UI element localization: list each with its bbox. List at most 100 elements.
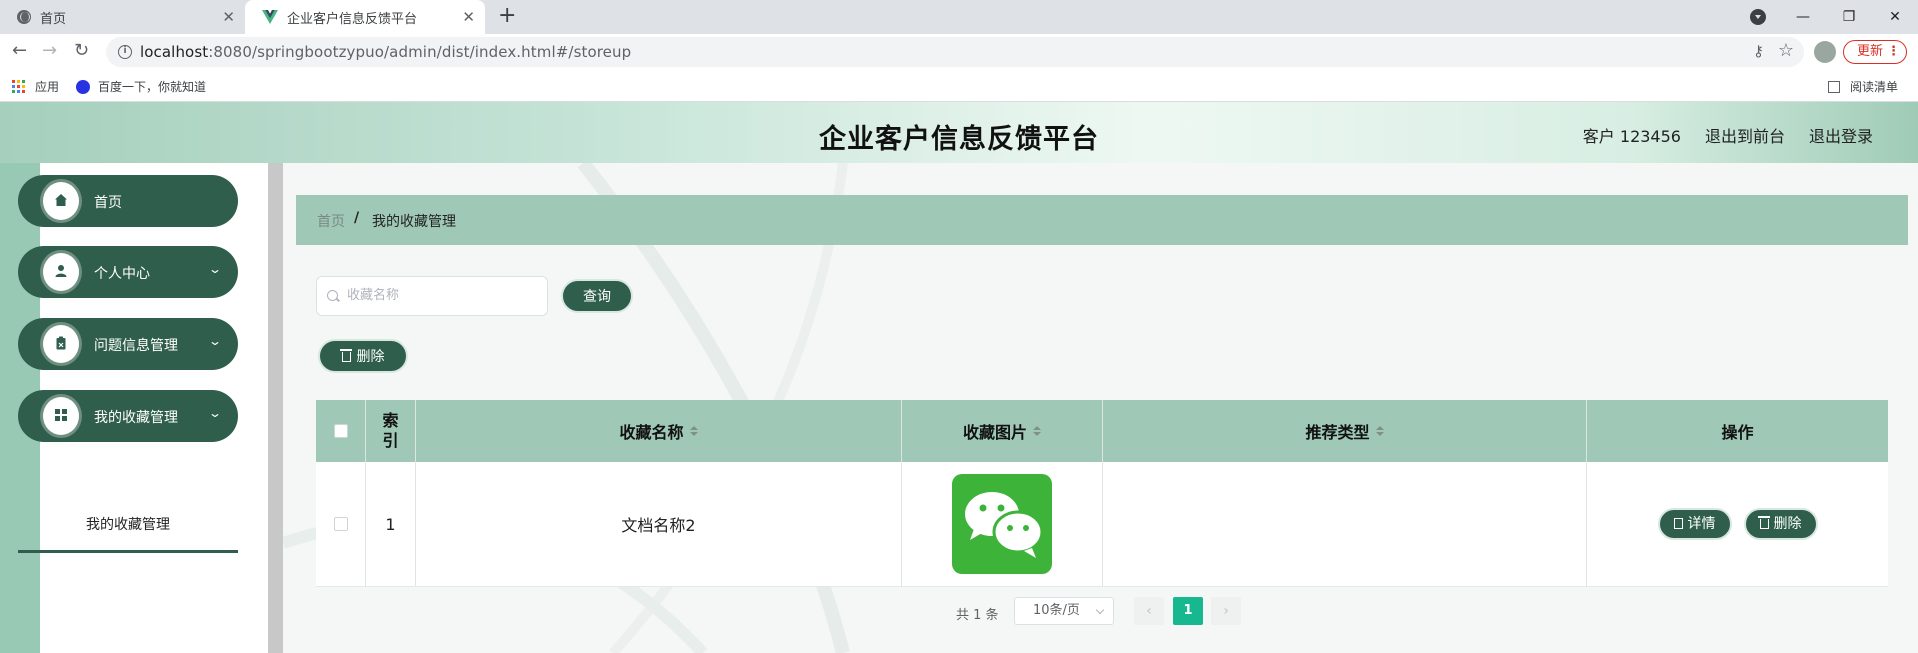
grid-icon <box>40 394 82 438</box>
url-text[interactable]: localhost:8080/springbootzypuo/admin/dis… <box>140 43 631 61</box>
column-header-ops: 操作 <box>1721 423 1754 442</box>
address-bar[interactable]: i localhost:8080/springbootzypuo/admin/d… <box>106 37 1804 67</box>
bookmarks-bar: 应用 百度一下，你就知道 阅读清单 <box>0 70 1918 102</box>
main-content: 首页 / 我的收藏管理 收藏名称 查询 删除 索引 收藏名称 收藏图片 推荐类型… <box>283 163 1918 653</box>
minimize-icon[interactable]: — <box>1780 9 1826 25</box>
favorites-table: 索引 收藏名称 收藏图片 推荐类型 操作 1 文档名称2 详情 删除 <box>316 400 1888 587</box>
sidebar-item-home[interactable]: 首页 <box>18 175 238 227</box>
sidebar-item-label: 个人中心 <box>94 266 150 282</box>
sort-icon[interactable] <box>689 422 698 440</box>
vue-logo-icon <box>262 10 278 24</box>
back-icon[interactable]: ← <box>12 41 27 61</box>
restore-icon[interactable]: ❐ <box>1826 9 1872 25</box>
site-info-icon[interactable]: i <box>118 45 132 59</box>
reading-list[interactable]: 阅读清单 <box>1827 78 1898 95</box>
query-button[interactable]: 查询 <box>561 279 633 313</box>
sidebar-item-issues[interactable]: 问题信息管理 ⌄ <box>18 318 238 370</box>
row-type <box>1103 462 1587 586</box>
detail-button[interactable]: 详情 <box>1657 508 1732 540</box>
browser-toolbar: ← → ↻ i localhost:8080/springbootzypuo/a… <box>0 34 1918 70</box>
current-user: 客户 123456 <box>1582 127 1681 146</box>
sidebar-item-label: 我的收藏管理 <box>94 410 178 426</box>
table-header: 索引 收藏名称 收藏图片 推荐类型 操作 <box>316 400 1888 462</box>
window-close-icon[interactable]: ✕ <box>1872 9 1918 25</box>
bookmark-baidu-label: 百度一下，你就知道 <box>98 80 207 94</box>
detail-label: 详情 <box>1687 516 1716 532</box>
column-header-image[interactable]: 收藏图片 <box>902 400 1103 462</box>
sidebar-item-label: 问题信息管理 <box>94 338 178 354</box>
bulk-delete-button[interactable]: 删除 <box>318 339 408 373</box>
forward-icon[interactable]: → <box>42 41 57 61</box>
profile-avatar[interactable] <box>1814 41 1836 63</box>
browser-tab-app[interactable]: 企业客户信息反馈平台 ✕ <box>245 0 485 34</box>
bookmark-baidu[interactable]: 百度一下，你就知道 <box>76 78 206 95</box>
row-delete-label: 删除 <box>1773 516 1802 532</box>
prev-page-button[interactable]: ‹ <box>1134 597 1164 625</box>
browser-tab-home[interactable]: 首页 ✕ <box>0 0 245 34</box>
header-links: 客户 123456 退出到前台 退出登录 <box>1559 123 1873 147</box>
sort-icon[interactable] <box>1033 422 1041 440</box>
pagination: 共 1 条 10条/页 ‹ 1 › <box>283 597 1918 627</box>
bulk-delete-label: 删除 <box>356 349 385 365</box>
new-tab-button[interactable]: + <box>498 5 516 27</box>
bookmark-apps[interactable]: 应用 <box>12 78 59 95</box>
breadcrumb: 首页 / 我的收藏管理 <box>296 195 1908 245</box>
tab-title: 企业客户信息反馈平台 <box>287 11 418 27</box>
page-number-current[interactable]: 1 <box>1173 597 1203 625</box>
reading-list-label: 阅读清单 <box>1849 80 1898 94</box>
row-index: 1 <box>366 462 416 586</box>
user-icon <box>40 250 82 294</box>
sidebar-divider <box>268 163 283 653</box>
update-button[interactable]: 更新 <box>1843 40 1907 64</box>
column-header-index: 索引 <box>366 400 416 462</box>
select-all-checkbox[interactable] <box>333 424 348 438</box>
tab-title: 首页 <box>40 11 67 27</box>
bookmark-star-icon[interactable]: ☆ <box>1778 40 1794 61</box>
column-header-type[interactable]: 推荐类型 <box>1103 400 1587 462</box>
bookmark-apps-label: 应用 <box>35 80 60 94</box>
sidebar-item-favorites[interactable]: 我的收藏管理 ⌄ <box>18 390 238 442</box>
url-path: :8080/springbootzypuo/admin/dist/index.h… <box>208 43 632 61</box>
sidebar: 首页 个人中心 ⌄ 问题信息管理 ⌄ 我的收藏管理 ⌄ 我的收藏管理 <box>18 163 268 653</box>
breadcrumb-separator: / <box>354 210 360 226</box>
submenu-item-favorites[interactable]: 我的收藏管理 <box>18 509 238 553</box>
header-select-all <box>316 400 366 462</box>
app-root: 企业客户信息反馈平台 客户 123456 退出到前台 退出登录 首页 个人中心 … <box>0 102 1918 653</box>
wechat-icon <box>965 492 1044 558</box>
row-delete-button[interactable]: 删除 <box>1743 508 1818 540</box>
apps-grid-icon <box>12 80 25 93</box>
reload-icon[interactable]: ↻ <box>74 41 89 61</box>
close-icon[interactable]: ✕ <box>222 9 235 25</box>
globe-icon <box>17 10 31 24</box>
trash-icon <box>339 349 352 362</box>
column-header-name[interactable]: 收藏名称 <box>416 400 902 462</box>
exit-to-front-link[interactable]: 退出到前台 <box>1705 123 1785 147</box>
sidebar-item-profile[interactable]: 个人中心 ⌄ <box>18 246 238 298</box>
row-name: 文档名称2 <box>416 462 902 586</box>
sort-icon[interactable] <box>1375 422 1384 440</box>
baidu-paw-icon <box>76 79 90 94</box>
logout-link[interactable]: 退出登录 <box>1809 123 1873 147</box>
wechat-logo-image[interactable] <box>952 474 1052 574</box>
close-icon[interactable]: ✕ <box>462 9 475 25</box>
url-host: localhost <box>140 43 209 61</box>
trash-icon <box>1757 516 1770 529</box>
row-checkbox[interactable] <box>333 517 348 531</box>
column-header-image-label: 收藏图片 <box>962 423 1027 442</box>
reading-list-icon <box>1827 80 1840 93</box>
key-icon[interactable]: ⚷ <box>1753 42 1764 60</box>
row-image-cell <box>902 462 1103 586</box>
chevron-down-icon: ⌄ <box>207 334 223 348</box>
column-header-type-label: 推荐类型 <box>1305 423 1370 442</box>
next-page-button[interactable]: › <box>1211 597 1241 625</box>
search-input[interactable]: 收藏名称 <box>316 276 548 316</box>
app-header: 企业客户信息反馈平台 客户 123456 退出到前台 退出登录 <box>0 102 1918 163</box>
breadcrumb-home[interactable]: 首页 <box>317 211 345 231</box>
document-icon <box>1673 518 1683 529</box>
browser-tab-bar: 首页 ✕ 企业客户信息反馈平台 ✕ + — ❐ ✕ <box>0 0 1918 34</box>
tab-search-icon[interactable] <box>1750 9 1766 25</box>
search-icon <box>327 290 338 301</box>
chevron-down-icon: ⌄ <box>207 262 223 276</box>
page-size-select[interactable]: 10条/页 <box>1014 597 1114 625</box>
row-select <box>316 462 366 586</box>
